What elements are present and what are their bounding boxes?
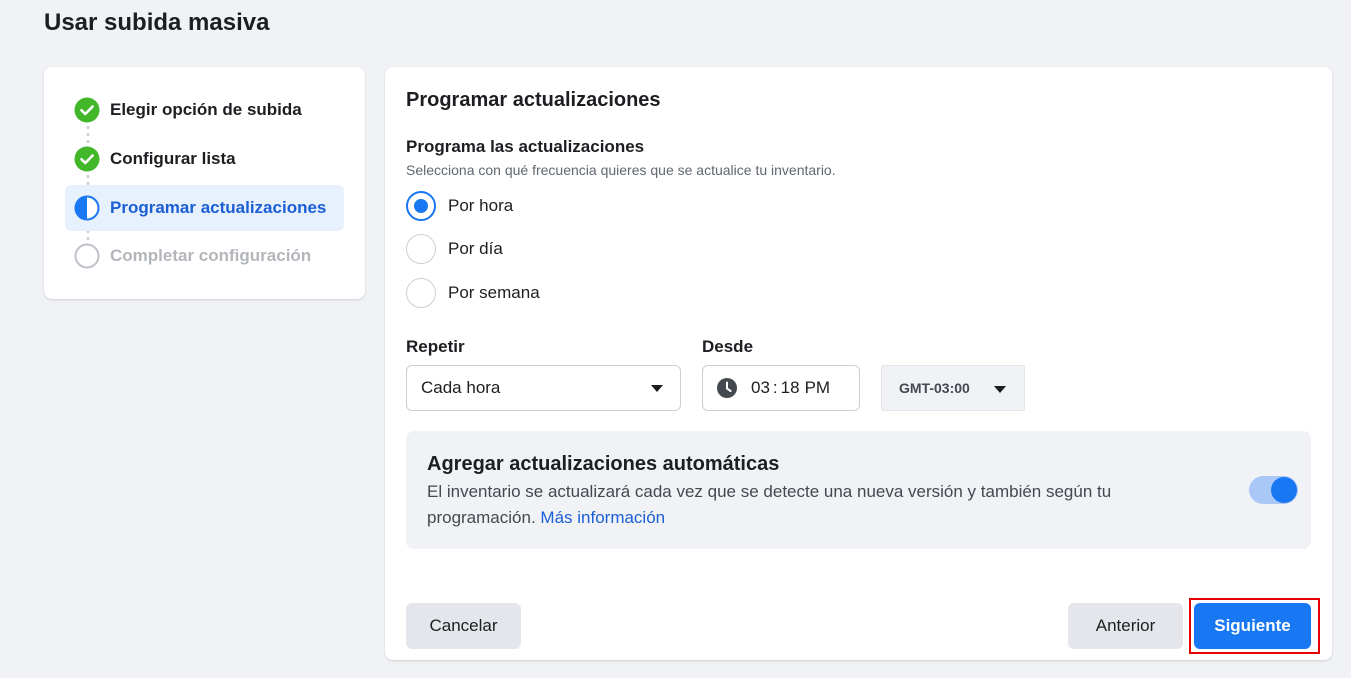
learn-more-link[interactable]: Más información [540,508,665,527]
radio-weekly[interactable]: Por semana [406,278,540,308]
radio-button[interactable] [406,191,436,221]
step-configure-list[interactable]: Configurar lista [65,136,344,182]
step-choose-upload-option[interactable]: Elegir opción de subida [65,87,344,133]
back-button[interactable]: Anterior [1068,603,1183,649]
caret-down-icon [994,386,1006,393]
page-title: Usar subida masiva [44,9,270,36]
timezone-select[interactable]: GMT-03:00 [881,365,1025,411]
step-label: Completar configuración [110,246,312,265]
timezone-value: GMT-03:00 [899,380,970,396]
auto-updates-description: El inventario se actualizará cada vez qu… [427,479,1207,531]
time-hour[interactable]: 03 [751,378,770,398]
schedule-card: Programar actualizaciones Programa las a… [385,67,1332,660]
cancel-button[interactable]: Cancelar [406,603,521,649]
section-subtitle: Selecciona con qué frecuencia quieres qu… [406,162,836,178]
clock-icon [717,378,737,398]
step-schedule-updates[interactable]: Programar actualizaciones [65,185,344,231]
time-separator: : [772,378,778,397]
time-minute[interactable]: 18 [781,378,800,398]
radio-daily[interactable]: Por día [406,234,503,264]
time-period[interactable]: PM [805,378,831,398]
radio-button[interactable] [406,234,436,264]
steps-panel: Elegir opción de subida Configurar lista… [44,67,365,299]
empty-circle-icon [74,243,100,269]
auto-updates-toggle[interactable] [1249,476,1298,504]
half-circle-icon [74,195,100,221]
step-complete-setup[interactable]: Completar configuración [65,233,344,279]
step-label: Elegir opción de subida [110,100,302,119]
time-input[interactable]: 03 : 18 PM [702,365,860,411]
step-label: Configurar lista [110,149,236,168]
toggle-knob [1271,477,1297,503]
radio-label: Por hora [448,196,514,215]
check-circle-icon [74,146,100,172]
from-label: Desde [702,337,754,356]
highlight-box [1189,598,1320,654]
caret-down-icon [651,385,663,392]
radio-button[interactable] [406,278,436,308]
radio-label: Por semana [448,283,540,302]
section-title: Programa las actualizaciones [406,137,645,156]
check-circle-icon [74,97,100,123]
repeat-value: Cada hora [421,378,501,397]
repeat-label: Repetir [406,337,465,356]
card-title: Programar actualizaciones [406,89,661,111]
radio-hourly[interactable]: Por hora [406,191,513,221]
radio-label: Por día [448,239,503,258]
auto-updates-panel: Agregar actualizaciones automáticas El i… [406,431,1311,549]
step-label: Programar actualizaciones [110,198,327,217]
auto-updates-text: El inventario se actualizará cada vez qu… [427,482,1112,527]
auto-updates-title: Agregar actualizaciones automáticas [427,453,780,475]
repeat-select[interactable]: Cada hora [406,365,681,411]
